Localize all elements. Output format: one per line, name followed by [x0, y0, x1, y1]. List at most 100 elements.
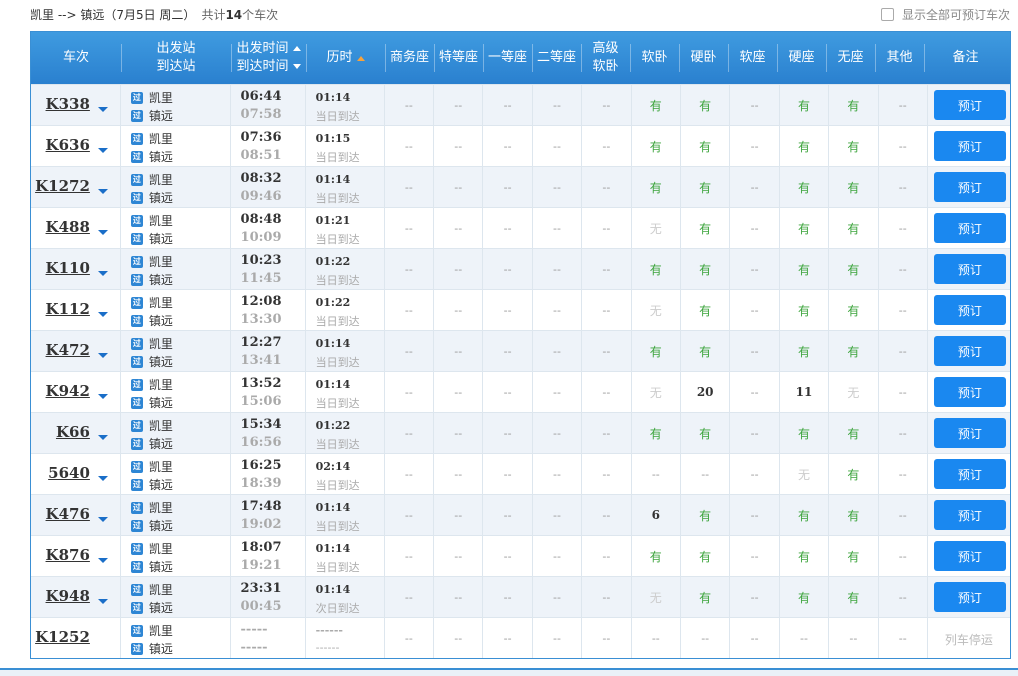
- show-all-checkbox[interactable]: [880, 8, 894, 21]
- book-button[interactable]: 预订: [933, 459, 1006, 489]
- from-station[interactable]: 过凯里: [130, 294, 173, 311]
- book-button[interactable]: 预订: [933, 172, 1006, 202]
- seat-availability[interactable]: 有: [778, 331, 828, 371]
- col-duration[interactable]: 历时: [306, 32, 385, 84]
- from-station[interactable]: 过凯里: [130, 458, 173, 475]
- seat-availability[interactable]: 有: [778, 249, 828, 289]
- from-station[interactable]: 过凯里: [130, 622, 173, 639]
- from-station[interactable]: 过凯里: [130, 89, 173, 106]
- book-button[interactable]: 预订: [933, 213, 1006, 243]
- seat-availability[interactable]: 无: [630, 290, 680, 330]
- to-station[interactable]: 过镇远: [130, 599, 173, 616]
- from-station[interactable]: 过凯里: [130, 335, 173, 352]
- chevron-down-icon[interactable]: [97, 353, 108, 358]
- chevron-down-icon[interactable]: [97, 230, 108, 235]
- seat-availability[interactable]: 有: [828, 536, 877, 576]
- train-number-link[interactable]: K472: [46, 341, 90, 359]
- chevron-down-icon[interactable]: [97, 435, 108, 440]
- chevron-down-icon[interactable]: [97, 599, 108, 604]
- to-station[interactable]: 过镇远: [130, 476, 173, 493]
- seat-availability[interactable]: 有: [630, 536, 680, 576]
- book-button[interactable]: 预订: [933, 582, 1006, 612]
- seat-availability[interactable]: 有: [778, 126, 828, 166]
- seat-availability[interactable]: 有: [679, 577, 729, 617]
- from-station[interactable]: 过凯里: [130, 212, 173, 229]
- seat-availability[interactable]: 无: [630, 577, 680, 617]
- seat-availability[interactable]: 有: [679, 126, 729, 166]
- seat-availability[interactable]: 有: [828, 208, 877, 248]
- to-station[interactable]: 过镇远: [130, 148, 173, 165]
- seat-availability[interactable]: 有: [778, 413, 828, 453]
- to-station[interactable]: 过镇远: [130, 517, 173, 534]
- train-number-link[interactable]: K476: [46, 505, 90, 523]
- sort-asc-icon[interactable]: [292, 46, 301, 51]
- from-station[interactable]: 过凯里: [130, 253, 173, 270]
- book-button[interactable]: 预订: [933, 295, 1006, 325]
- chevron-down-icon[interactable]: [97, 312, 108, 317]
- seat-availability[interactable]: 11: [778, 372, 828, 412]
- chevron-down-icon[interactable]: [97, 107, 108, 112]
- train-number-link[interactable]: K948: [46, 587, 90, 605]
- from-station[interactable]: 过凯里: [130, 376, 173, 393]
- seat-availability[interactable]: 有: [828, 577, 877, 617]
- train-number-link[interactable]: K636: [46, 136, 90, 154]
- to-station[interactable]: 过镇远: [130, 312, 173, 329]
- book-button[interactable]: 预订: [933, 254, 1006, 284]
- chevron-down-icon[interactable]: [97, 517, 108, 522]
- train-number-link[interactable]: K1272: [35, 177, 90, 195]
- chevron-down-icon[interactable]: [97, 394, 108, 399]
- from-station[interactable]: 过凯里: [130, 540, 173, 557]
- seat-availability[interactable]: 有: [778, 167, 828, 207]
- seat-availability[interactable]: 有: [828, 495, 877, 535]
- col-times[interactable]: 出发时间 到达时间: [231, 32, 306, 84]
- seat-availability[interactable]: 有: [630, 249, 680, 289]
- seat-availability[interactable]: 有: [778, 495, 828, 535]
- chevron-down-icon[interactable]: [97, 558, 108, 563]
- seat-availability[interactable]: 有: [630, 413, 680, 453]
- sort-desc-icon[interactable]: [292, 64, 301, 69]
- train-number-link[interactable]: 5640: [48, 464, 90, 482]
- sort-duration-icon[interactable]: [356, 55, 365, 61]
- train-number-link[interactable]: K942: [46, 382, 90, 400]
- book-button[interactable]: 预订: [933, 418, 1006, 448]
- train-number-link[interactable]: K876: [46, 546, 90, 564]
- book-button[interactable]: 预订: [933, 336, 1006, 366]
- seat-availability[interactable]: 有: [828, 85, 877, 125]
- seat-availability[interactable]: 有: [630, 126, 680, 166]
- seat-availability[interactable]: 有: [828, 290, 877, 330]
- train-number-link[interactable]: K110: [46, 259, 90, 277]
- seat-availability[interactable]: 有: [630, 331, 680, 371]
- to-station[interactable]: 过镇远: [130, 271, 173, 288]
- seat-availability[interactable]: 有: [630, 167, 680, 207]
- seat-availability[interactable]: 有: [679, 331, 729, 371]
- seat-availability[interactable]: 有: [828, 413, 877, 453]
- to-station[interactable]: 过镇远: [130, 435, 173, 452]
- seat-availability[interactable]: 有: [630, 85, 680, 125]
- seat-availability[interactable]: 有: [828, 126, 877, 166]
- train-number-link[interactable]: K1252: [35, 628, 90, 646]
- seat-availability[interactable]: 有: [679, 249, 729, 289]
- seat-availability[interactable]: 有: [679, 536, 729, 576]
- train-number-link[interactable]: K66: [56, 423, 90, 441]
- seat-availability[interactable]: 6: [630, 495, 680, 535]
- book-button[interactable]: 预订: [933, 131, 1006, 161]
- seat-availability[interactable]: 有: [679, 208, 729, 248]
- chevron-down-icon[interactable]: [97, 148, 108, 153]
- from-station[interactable]: 过凯里: [130, 499, 173, 516]
- seat-availability[interactable]: 有: [679, 290, 729, 330]
- to-station[interactable]: 过镇远: [130, 230, 173, 247]
- to-station[interactable]: 过镇远: [130, 189, 173, 206]
- chevron-down-icon[interactable]: [97, 271, 108, 276]
- from-station[interactable]: 过凯里: [130, 171, 173, 188]
- seat-availability[interactable]: 有: [679, 413, 729, 453]
- seat-availability[interactable]: 有: [778, 536, 828, 576]
- from-station[interactable]: 过凯里: [130, 130, 173, 147]
- chevron-down-icon[interactable]: [97, 476, 108, 481]
- seat-availability[interactable]: 有: [828, 167, 877, 207]
- seat-availability[interactable]: 有: [778, 85, 828, 125]
- to-station[interactable]: 过镇远: [130, 353, 173, 370]
- seat-availability[interactable]: 有: [778, 577, 828, 617]
- seat-availability[interactable]: 有: [778, 290, 828, 330]
- seat-availability[interactable]: 有: [679, 167, 729, 207]
- chevron-down-icon[interactable]: [97, 189, 108, 194]
